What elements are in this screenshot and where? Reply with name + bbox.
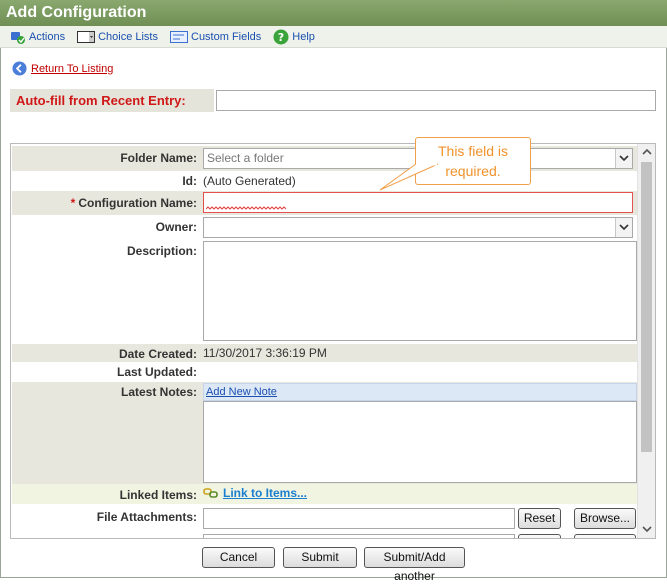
configuration-form: Folder Name: Select a folder Id: (Auto G… (10, 143, 656, 539)
file-path-input[interactable] (203, 508, 515, 529)
linked-items-label: Linked Items: (119, 488, 197, 502)
browse-button[interactable]: Browse... (574, 508, 636, 529)
link-to-items-label: Link to Items... (223, 486, 308, 500)
date-created-row: Date Created: 11/30/2017 3:36:19 PM (12, 344, 637, 362)
form-scrollbar[interactable] (637, 144, 655, 538)
cancel-button[interactable]: Cancel (202, 547, 275, 568)
return-to-listing-label: Return To Listing (31, 62, 114, 75)
required-asterisk: * (70, 196, 76, 210)
description-row: Description: (12, 240, 637, 344)
linked-items-row: Linked Items: Link to Items... (12, 484, 637, 504)
menu-choice-lists-label: Choice Lists (98, 30, 158, 43)
id-row: Id: (Auto Generated) (12, 171, 637, 191)
latest-notes-label: Latest Notes: (120, 385, 197, 399)
config-name-row: * Configuration Name: (12, 191, 637, 215)
description-label: Description: (126, 244, 197, 258)
autofill-input[interactable] (216, 90, 656, 111)
file-attachments-row: File Attachments: Reset Browse... (12, 506, 637, 538)
file-path-input-2[interactable] (203, 534, 515, 538)
id-label: Id: (182, 174, 197, 188)
scroll-down-icon[interactable] (642, 526, 652, 533)
menu-bar: Actions Choice Lists Custom Fields ? Hel… (0, 26, 667, 48)
window-title: Add Configuration (0, 0, 667, 26)
owner-label: Owner: (155, 220, 197, 234)
menu-custom-fields-label: Custom Fields (191, 30, 262, 43)
config-name-label-wrap: * Configuration Name: (12, 196, 201, 210)
browse-button-2[interactable] (574, 534, 636, 538)
tooltip-pointer (379, 163, 439, 191)
latest-notes-row: Latest Notes: Add New Note (12, 382, 637, 484)
actions-icon (11, 31, 25, 44)
date-created-label: Date Created: (118, 347, 197, 361)
submit-add-another-button[interactable]: Submit/Add another (364, 547, 465, 583)
custom-fields-icon (170, 30, 188, 43)
menu-actions-label: Actions (29, 30, 66, 43)
config-name-input[interactable] (203, 192, 633, 213)
description-textarea[interactable] (203, 241, 637, 341)
back-arrow-icon (12, 61, 27, 76)
folder-label: Folder Name: (120, 151, 197, 165)
link-to-items-link[interactable]: Link to Items... (203, 486, 307, 500)
spellcheck-squiggle (206, 206, 286, 210)
chevron-down-icon[interactable] (615, 149, 632, 168)
menu-custom-fields[interactable]: Custom Fields (170, 30, 262, 43)
id-value: (Auto Generated) (203, 174, 296, 188)
reset-button[interactable]: Reset (518, 508, 561, 529)
link-icon (203, 488, 218, 498)
return-to-listing-link[interactable]: Return To Listing (12, 61, 113, 76)
chevron-down-icon[interactable] (615, 218, 632, 237)
file-attachments-label: File Attachments: (96, 510, 197, 524)
submit-button[interactable]: Submit (283, 547, 357, 568)
folder-row: Folder Name: Select a folder (12, 146, 637, 171)
latest-notes-textarea[interactable] (203, 401, 637, 483)
menu-help[interactable]: ? Help (273, 29, 315, 45)
choice-list-icon (77, 30, 96, 43)
owner-row: Owner: (12, 215, 637, 240)
menu-actions[interactable]: Actions (10, 30, 65, 44)
reset-button-2[interactable] (518, 534, 561, 538)
svg-text:?: ? (278, 31, 284, 44)
last-updated-row: Last Updated: (12, 362, 637, 382)
menu-help-label: Help (292, 30, 315, 43)
help-icon: ? (273, 29, 289, 44)
last-updated-label: Last Updated: (116, 365, 197, 379)
folder-select-placeholder: Select a folder (207, 151, 284, 165)
autofill-row: Auto-fill from Recent Entry: (10, 89, 656, 112)
date-created-value: 11/30/2017 3:36:19 PM (203, 346, 327, 360)
add-new-note-link[interactable]: Add New Note (203, 383, 637, 401)
scroll-thumb[interactable] (641, 162, 652, 452)
form-footer: Cancel Submit Submit/Add another (0, 545, 667, 583)
menu-choice-lists[interactable]: Choice Lists (77, 30, 158, 43)
owner-select[interactable] (203, 217, 633, 238)
scroll-up-icon[interactable] (642, 148, 652, 155)
autofill-label: Auto-fill from Recent Entry: (10, 89, 214, 112)
config-name-label: Configuration Name: (78, 196, 197, 210)
